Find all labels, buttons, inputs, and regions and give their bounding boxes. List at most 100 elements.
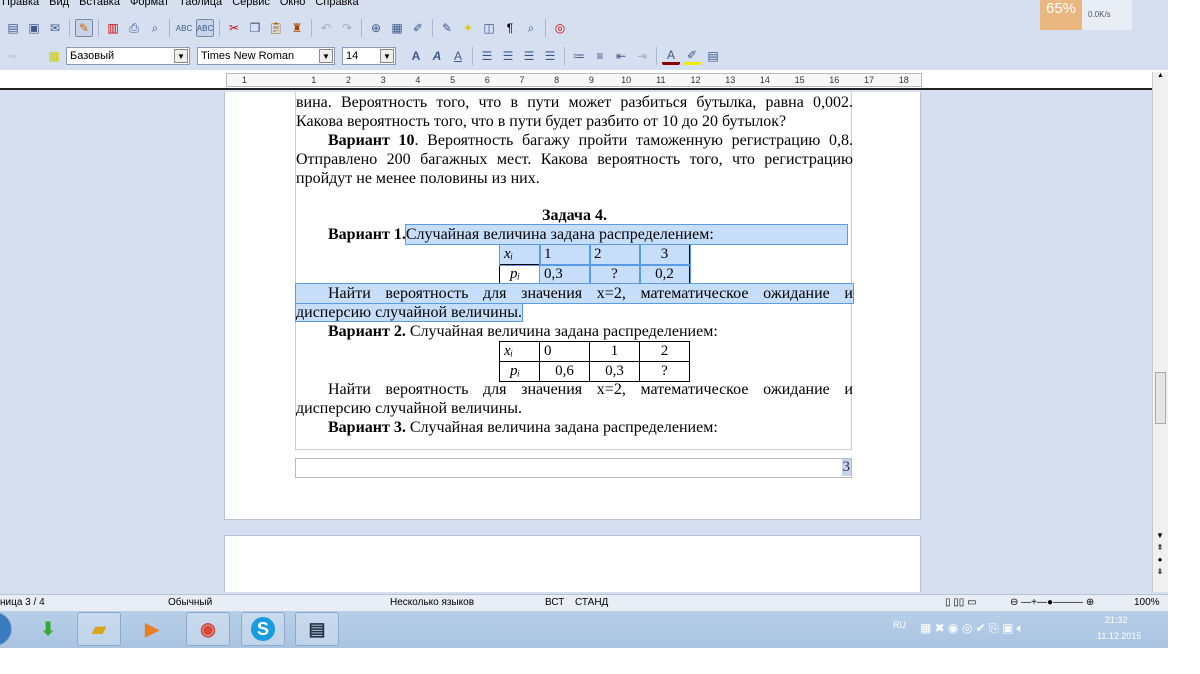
start-button[interactable] <box>0 612 12 646</box>
datasources-icon[interactable]: ◫ <box>480 19 498 37</box>
menu-edit[interactable]: Правка <box>2 0 39 12</box>
cell[interactable]: pᵢ <box>499 361 540 382</box>
help-icon[interactable]: ◎ <box>551 19 569 37</box>
network-speed: 0.0K/s <box>1082 0 1132 30</box>
resource-monitor-badge: 65% <box>1040 0 1082 30</box>
cell[interactable]: 0 <box>539 341 590 362</box>
cell[interactable]: 0,3 <box>589 361 640 382</box>
clone-format-icon[interactable]: ♜ <box>288 19 306 37</box>
print-icon[interactable]: ⎙ <box>125 19 143 37</box>
chrome-icon[interactable]: ◉ <box>186 612 230 646</box>
align-left-icon[interactable]: ☰ <box>478 47 496 65</box>
cell[interactable]: ? <box>639 361 690 382</box>
vertical-scrollbar[interactable]: ▲ ▼ ⇞ ● ⇟ <box>1152 72 1168 592</box>
selected-text: Случайная величина задана распределением… <box>404 224 848 245</box>
font-name-select[interactable]: Times New Roman ▼ <box>197 47 335 65</box>
table-icon[interactable]: ▦ <box>388 19 406 37</box>
zoom-icon[interactable]: ⌕ <box>522 19 540 37</box>
copy-icon[interactable]: ❐ <box>246 19 264 37</box>
print-preview-icon[interactable]: ⌕ <box>146 19 164 37</box>
spellcheck-icon[interactable]: ABC <box>175 19 193 37</box>
scroll-thumb[interactable] <box>1155 372 1166 424</box>
standard-toolbar: ▤ ▣ ✉ ✎ ▥ ⎙ ⌕ ABC ABC ✂ ❐ 📋︎ ♜ ↶ ↷ ⊕ ▦ ✐… <box>0 15 569 41</box>
cell[interactable]: ? <box>588 263 641 286</box>
highlight-icon[interactable]: ✐ <box>683 47 701 65</box>
gallery-icon[interactable]: ✦ <box>459 19 477 37</box>
view-layout-icons[interactable]: ▯ ▯▯ ▭ <box>945 597 977 608</box>
skype-icon[interactable]: S <box>241 612 285 646</box>
undo-icon[interactable]: ↶ <box>317 19 335 37</box>
language-indicator[interactable]: RU <box>893 620 906 630</box>
cell[interactable]: 3 <box>638 243 691 266</box>
chevron-down-icon[interactable]: ▼ <box>174 49 188 63</box>
clock-time[interactable]: 21:32 <box>1105 615 1128 625</box>
chevron-down-icon[interactable]: ▼ <box>380 49 394 63</box>
cell[interactable]: 2 <box>588 243 641 266</box>
zoom-slider[interactable]: ⊖ —+—●——— ⊕ <box>1010 597 1094 608</box>
distribution-table-2[interactable]: xᵢ 0 1 2 pᵢ 0,6 0,3? <box>499 341 690 382</box>
menu-insert[interactable]: Вставка <box>79 0 120 12</box>
export-pdf-icon[interactable]: ▥ <box>104 19 122 37</box>
cell[interactable]: pᵢ <box>499 264 540 285</box>
cell[interactable]: xᵢ <box>498 243 541 266</box>
email-icon[interactable]: ✉ <box>46 19 64 37</box>
menu-tools[interactable]: Сервис <box>232 0 270 12</box>
download-icon[interactable]: ⬇ <box>26 612 70 646</box>
autospellcheck-icon[interactable]: ABC <box>196 19 214 37</box>
styles-icon[interactable]: ▦ <box>45 47 63 65</box>
menu-format[interactable]: Формат <box>130 0 169 12</box>
page-nav-icons[interactable]: ▼ ⇞ ● ⇟ <box>1153 530 1167 578</box>
cell[interactable]: xᵢ <box>499 341 540 362</box>
media-player-icon[interactable]: ▶ <box>130 612 174 646</box>
font-size-select[interactable]: 14 ▼ <box>342 47 396 65</box>
cell[interactable]: 1 <box>538 243 591 266</box>
cut-icon[interactable]: ✂ <box>225 19 243 37</box>
edit-mode-icon[interactable]: ✎ <box>75 19 93 37</box>
selection-mode[interactable]: СТАНД <box>575 597 608 608</box>
open-icon[interactable]: ▤ <box>4 19 22 37</box>
distribution-table-1[interactable]: xᵢ 1 2 3 pᵢ 0,3? 0,2 <box>498 243 691 286</box>
chevron-down-icon[interactable]: ▼ <box>319 49 333 63</box>
explorer-icon[interactable]: ▰ <box>77 612 121 646</box>
cell[interactable]: 0,3 <box>538 263 591 286</box>
scroll-up-icon[interactable]: ▲ <box>1153 72 1168 79</box>
paste-icon[interactable]: 📋︎ <box>267 19 285 37</box>
cell[interactable]: 2 <box>639 341 690 362</box>
hyperlink-icon[interactable]: ⊕ <box>367 19 385 37</box>
page-footer[interactable]: 3 <box>295 458 852 478</box>
formatting-marks-icon[interactable]: ¶ <box>501 19 519 37</box>
ruler-tick: 1 <box>311 75 317 85</box>
background-color-icon[interactable]: ▤ <box>704 47 722 65</box>
numbering-icon[interactable]: ≔ <box>570 47 588 65</box>
cell[interactable]: 0,6 <box>539 361 590 382</box>
underline-icon[interactable]: A <box>449 47 467 65</box>
italic-icon[interactable]: A <box>428 47 446 65</box>
redo-icon[interactable]: ↷ <box>338 19 356 37</box>
font-color-icon[interactable]: A <box>662 47 680 65</box>
paragraph-style-select[interactable]: Базовый ▼ <box>66 47 190 65</box>
bullets-icon[interactable]: ≡ <box>591 47 609 65</box>
variant-heading: Вариант 3. <box>328 419 406 436</box>
menu-view[interactable]: Вид <box>49 0 69 12</box>
tray-icons[interactable]: ▦ ✖ ◉ ◎ ✔ ⎘ ▣ 🔈︎ <box>920 621 1024 636</box>
ruler[interactable]: 1 1 2 3 4 5 6 7 8 9 10 11 12 13 14 15 16 17 18 <box>0 70 1168 90</box>
writer-icon[interactable]: ▤ <box>295 612 339 646</box>
justify-icon[interactable]: ☰ <box>541 47 559 65</box>
menu-table[interactable]: Таблица <box>179 0 222 12</box>
cell[interactable]: 1 <box>589 341 640 362</box>
draw-icon[interactable]: ✐ <box>409 19 427 37</box>
navigator-icon[interactable]: ✎ <box>438 19 456 37</box>
clock-date[interactable]: 11.12.2015 <box>1097 631 1141 641</box>
text-body[interactable]: вина. Вероятность того, что в пути может… <box>294 92 854 450</box>
increase-indent-icon[interactable]: ⇥ <box>633 47 651 65</box>
menu-help[interactable]: Справка <box>315 0 358 12</box>
insert-mode[interactable]: ВСТ <box>545 597 564 608</box>
ruler-tick: 16 <box>829 75 840 85</box>
align-center-icon[interactable]: ☰ <box>499 47 517 65</box>
cell[interactable]: 0,2 <box>638 263 691 286</box>
align-right-icon[interactable]: ☰ <box>520 47 538 65</box>
save-icon[interactable]: ▣ <box>25 19 43 37</box>
decrease-indent-icon[interactable]: ⇤ <box>612 47 630 65</box>
menu-window[interactable]: Окно <box>280 0 306 12</box>
bold-icon[interactable]: A <box>407 47 425 65</box>
